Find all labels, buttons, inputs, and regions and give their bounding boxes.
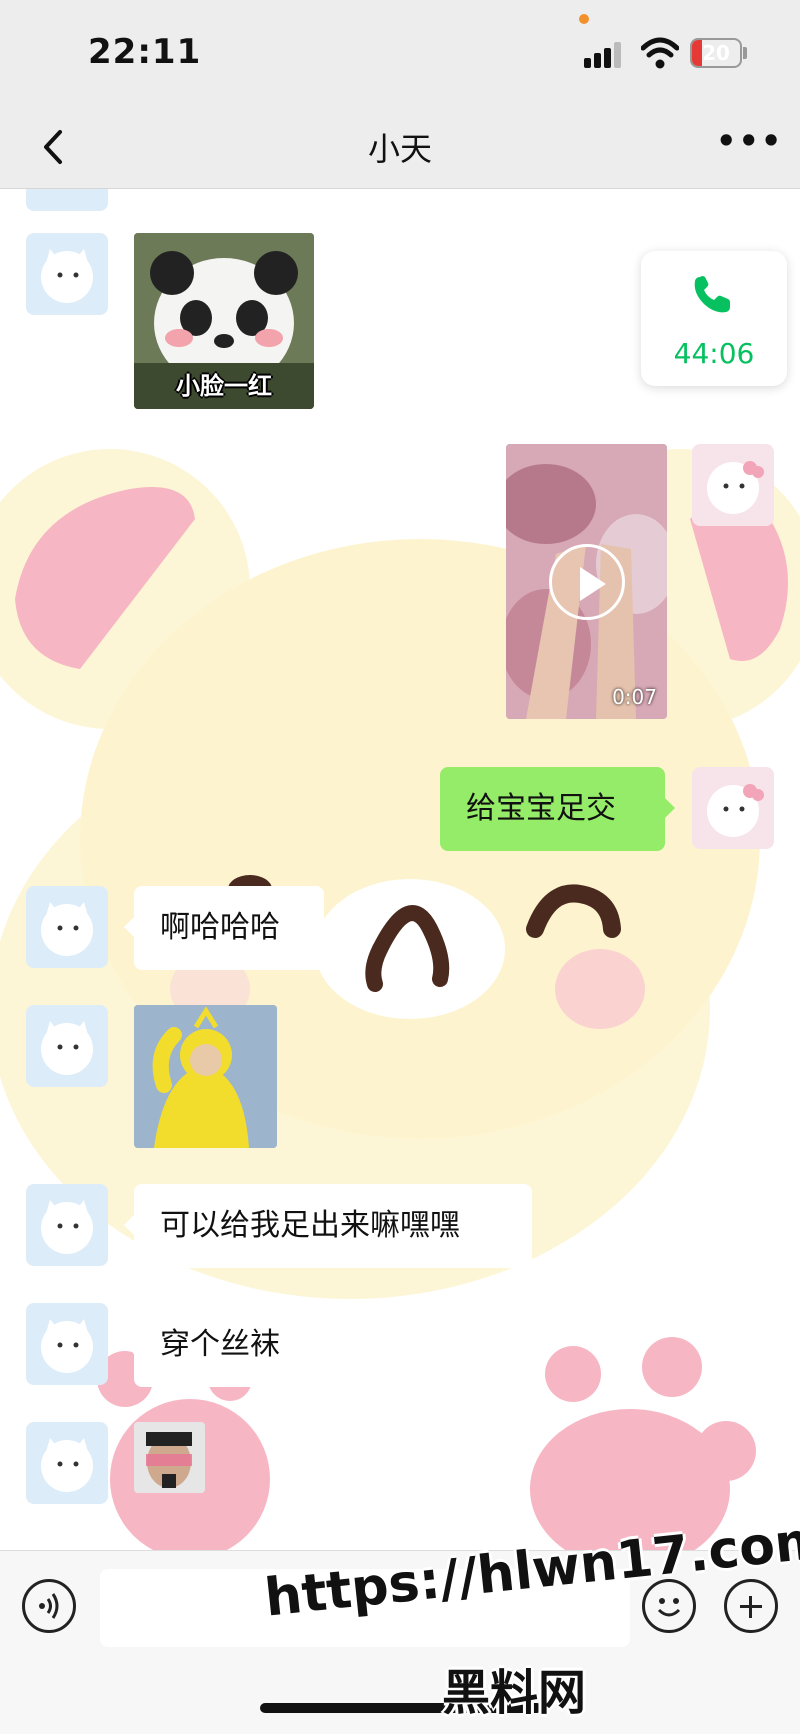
sent-message-bubble[interactable]: 给宝宝足交 (440, 767, 675, 851)
face-sticker[interactable] (134, 1422, 205, 1493)
kitty-bow-avatar-icon (707, 461, 764, 514)
battery-tip (743, 47, 747, 59)
cellular-signal-icon (584, 40, 628, 68)
input-bar: https://hlwn17.com 黑料网 (0, 1510, 800, 1734)
kitty-avatar-icon (41, 902, 93, 956)
kitty-avatar-icon (41, 1319, 93, 1373)
kitty-avatar-icon (41, 1438, 93, 1492)
panda-sticker[interactable]: 小脸一红 (134, 233, 314, 409)
voice-call-card[interactable]: 44:06 (641, 251, 787, 386)
sticker-caption: 小脸一红 (176, 372, 272, 400)
yellow-character-sticker[interactable] (134, 1005, 277, 1148)
wifi-icon (641, 37, 679, 69)
call-duration: 44:06 (673, 337, 755, 370)
received-message-bubble[interactable]: 啊哈哈哈 (124, 886, 324, 970)
chat-title: 小天 (367, 130, 432, 168)
kitty-avatar-icon (41, 1200, 93, 1254)
voice-input-icon[interactable] (22, 1579, 76, 1633)
contact-avatar[interactable] (26, 1422, 108, 1504)
video-message[interactable]: 0:07 (506, 444, 667, 719)
site-watermark: https://hlwn17.com 黑料网 (262, 1510, 800, 1729)
privacy-indicator-dot (579, 14, 589, 24)
more-options-icon[interactable]: ••• (716, 125, 781, 168)
contact-avatar[interactable] (26, 886, 108, 968)
received-message-bubble[interactable]: 可以给我足出来嘛嘿嘿 (124, 1184, 532, 1268)
my-avatar[interactable] (692, 767, 774, 849)
contact-avatar[interactable] (26, 233, 108, 315)
contact-avatar[interactable] (26, 1005, 108, 1087)
phone-icon (694, 276, 730, 313)
chat-message-list[interactable]: 小脸一红 44:06 0:07 给宝宝足交 啊哈哈哈 可以给我足出来嘛嘿嘿 穿个… (0, 189, 800, 1550)
battery-level: 20 (702, 41, 730, 65)
video-duration: 0:07 (612, 685, 657, 709)
received-message-bubble[interactable]: 穿个丝袜 (124, 1303, 324, 1387)
contact-avatar[interactable] (26, 1184, 108, 1266)
contact-avatar[interactable] (26, 189, 108, 211)
status-bar: 22:11 20 (0, 0, 800, 108)
battery-icon: 20 (690, 38, 742, 68)
kitty-bow-avatar-icon (707, 784, 764, 837)
status-time: 22:11 (88, 32, 202, 72)
kitty-avatar-icon (41, 249, 93, 303)
bear-wallpaper (0, 449, 800, 1550)
sticker-image (134, 1005, 277, 1148)
watermark-name: 黑料网 (442, 1665, 587, 1721)
play-icon[interactable] (548, 543, 625, 620)
my-avatar[interactable] (692, 444, 774, 526)
contact-avatar[interactable] (26, 1303, 108, 1385)
kitty-avatar-icon (41, 1021, 93, 1075)
sticker-image (134, 1422, 205, 1493)
chat-header: 小天 ••• (0, 108, 800, 189)
